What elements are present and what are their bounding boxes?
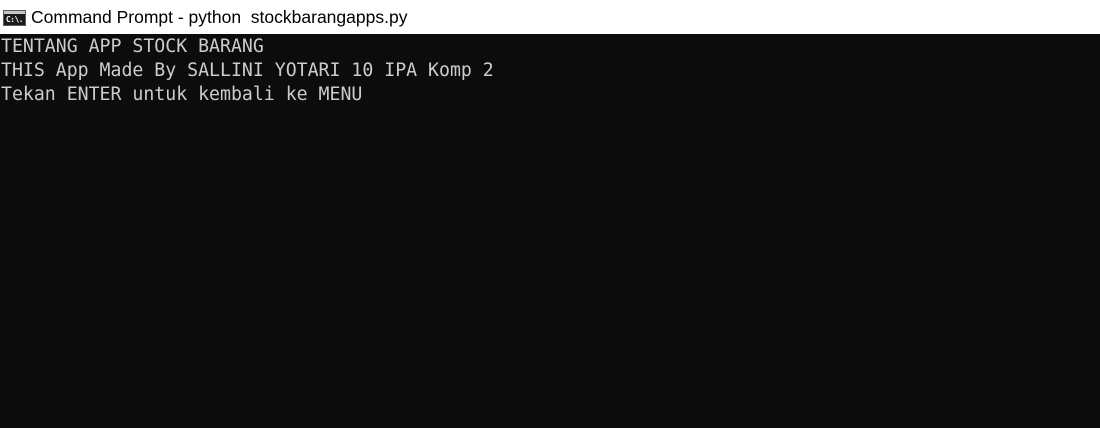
console-line: Tekan ENTER untuk kembali ke MENU [1,84,363,105]
console-line: THIS App Made By SALLINI YOTARI 10 IPA K… [1,60,494,81]
icon-glyph: C:\. [5,14,24,24]
window-title: Command Prompt - python stockbarangapps.… [31,7,408,27]
icon-titlebar-stripe [4,10,25,14]
console-output[interactable]: TENTANG APP STOCK BARANG THIS App Made B… [0,34,1100,428]
title-bar[interactable]: C:\. Command Prompt - python stockbarang… [0,0,1100,34]
command-prompt-icon[interactable]: C:\. [3,9,26,26]
command-prompt-window: C:\. Command Prompt - python stockbarang… [0,0,1100,428]
console-line: TENTANG APP STOCK BARANG [1,36,264,57]
